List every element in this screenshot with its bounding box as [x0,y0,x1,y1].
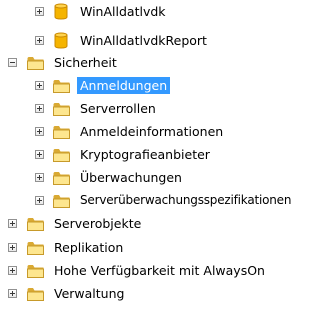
expand-icon[interactable] [35,81,44,90]
tree-node-label[interactable]: Sicherheit [54,54,117,71]
object-explorer-tree: WinAlldatlvdk WinAlldatlvdkReport Sicher… [0,0,328,311]
tree-node-label[interactable]: Überwachungen [80,169,182,186]
tree-node-database[interactable]: WinAlldatlvdk [0,1,328,23]
expand-icon[interactable] [35,7,44,16]
tree-node-kryptografieanbieter[interactable]: Kryptografieanbieter [0,144,328,166]
tree-node-serverueberwachungsspezifikationen[interactable]: Serverüberwachungsspezifikationen [0,190,328,212]
tree-node-database[interactable]: WinAlldatlvdkReport [0,30,328,52]
expand-icon[interactable] [35,150,44,159]
tree-node-label[interactable]: Serverrollen [80,100,156,117]
folder-icon [53,79,70,93]
expand-icon[interactable] [35,104,44,113]
tree-node-anmeldungen[interactable]: Anmeldungen [0,75,328,97]
folder-icon [27,241,44,255]
tree-node-label[interactable]: WinAlldatlvdk [80,3,166,20]
tree-node-label[interactable]: Hohe Verfügbarkeit mit AlwaysOn [54,262,265,279]
tree-node-label[interactable]: Verwaltung [54,285,124,302]
expand-icon[interactable] [8,219,17,228]
expand-icon[interactable] [35,36,44,45]
tree-node-serverobjekte[interactable]: Serverobjekte [0,213,328,235]
expand-icon[interactable] [8,266,17,275]
database-icon [54,3,68,20]
tree-node-serverrollen[interactable]: Serverrollen [0,98,328,120]
tree-node-hohe-verfuegbarkeit[interactable]: Hohe Verfügbarkeit mit AlwaysOn [0,260,328,282]
folder-icon [27,287,44,301]
tree-node-label[interactable]: Kryptografieanbieter [80,146,210,163]
folder-icon [53,194,70,208]
database-icon [54,32,68,49]
tree-node-label[interactable]: Serverüberwachungsspezifikationen [80,192,291,209]
folder-icon [53,148,70,162]
expand-icon[interactable] [8,243,17,252]
tree-node-ueberwachungen[interactable]: Überwachungen [0,167,328,189]
tree-node-label[interactable]: Serverobjekte [54,215,141,232]
tree-node-verwaltung[interactable]: Verwaltung [0,283,328,305]
folder-icon [53,102,70,116]
tree-node-replikation[interactable]: Replikation [0,237,328,259]
expand-icon[interactable] [8,289,17,298]
expand-icon[interactable] [35,196,44,205]
tree-node-label[interactable]: WinAlldatlvdkReport [80,32,207,49]
folder-icon [27,217,44,231]
folder-icon [53,125,70,139]
tree-node-anmeldeinformationen[interactable]: Anmeldeinformationen [0,121,328,143]
folder-icon [53,171,70,185]
tree-node-label-selected[interactable]: Anmeldungen [77,77,171,94]
tree-node-sicherheit[interactable]: Sicherheit [0,52,328,74]
folder-icon [27,264,44,278]
collapse-icon[interactable] [8,58,17,67]
folder-icon [27,56,44,70]
tree-node-label[interactable]: Replikation [54,239,123,256]
expand-icon[interactable] [35,173,44,182]
expand-icon[interactable] [35,127,44,136]
tree-node-label[interactable]: Anmeldeinformationen [80,123,223,140]
